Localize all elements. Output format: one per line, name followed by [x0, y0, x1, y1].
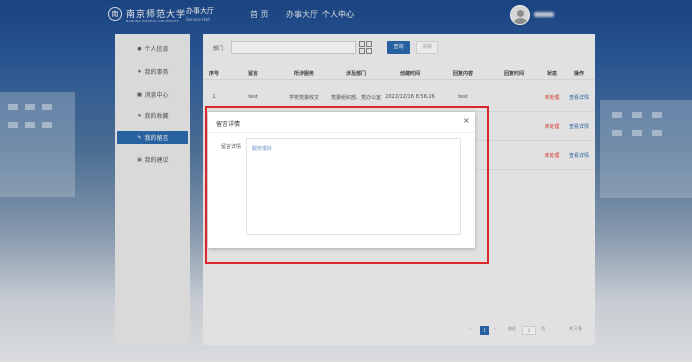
highlight-outline [205, 106, 489, 264]
